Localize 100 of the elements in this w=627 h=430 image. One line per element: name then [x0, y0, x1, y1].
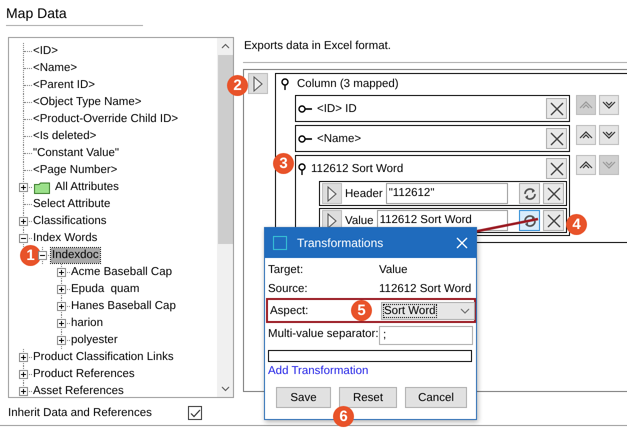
- field-label: Source:: [268, 282, 308, 294]
- tree-item[interactable]: Asset References: [32, 384, 125, 397]
- chevron-down-icon: [602, 100, 616, 110]
- move-up-button[interactable]: [576, 155, 596, 175]
- field-label: Multi-value separator:: [268, 328, 379, 340]
- mapping-label: 112612 Sort Word: [311, 162, 404, 174]
- dialog-button[interactable]: Save: [276, 387, 331, 408]
- step-badge: 2: [227, 75, 248, 96]
- description-text: Exports data in Excel format.: [244, 40, 392, 52]
- page-title: Map Data: [6, 0, 143, 26]
- field-label: Aspect:: [270, 304, 308, 316]
- dialog-button[interactable]: Cancel: [405, 387, 467, 408]
- expand-icon[interactable]: [57, 302, 66, 311]
- chevron-up-icon: [579, 130, 593, 140]
- checkbox-label: Inherit Data and References: [8, 407, 153, 419]
- refresh-icon: [522, 214, 536, 228]
- remove-button[interactable]: [543, 183, 564, 204]
- collapse-icon[interactable]: [19, 234, 28, 243]
- aspect-dropdown[interactable]: Sort Word: [381, 302, 475, 320]
- transform-button[interactable]: [519, 183, 540, 204]
- pin-icon: [298, 162, 306, 174]
- close-icon: [546, 186, 560, 200]
- expand-icon[interactable]: [19, 387, 28, 396]
- tree-item[interactable]: <Name>: [32, 61, 78, 76]
- tree-item[interactable]: Index Words: [32, 231, 98, 246]
- key-icon: [298, 104, 312, 112]
- collapse-icon[interactable]: [38, 251, 47, 260]
- tree-item[interactable]: <Product-Override Child ID>: [32, 112, 180, 127]
- field-value: Value: [379, 264, 409, 276]
- tree-item[interactable]: Epuda quam: [70, 282, 140, 297]
- remove-button[interactable]: [546, 128, 567, 149]
- play-icon: [253, 76, 263, 92]
- move-up-button[interactable]: [576, 125, 596, 145]
- expand-icon[interactable]: [19, 353, 28, 362]
- step-badge: 1: [20, 245, 41, 266]
- move-down-button[interactable]: [599, 125, 619, 145]
- step-badge: 4: [566, 214, 587, 235]
- tree-item[interactable]: "Constant Value": [32, 146, 120, 161]
- input-field[interactable]: "112612": [386, 183, 508, 204]
- input-field[interactable]: ;: [379, 326, 473, 345]
- remove-button[interactable]: [546, 98, 567, 119]
- scroll-up-icon[interactable]: [220, 43, 230, 49]
- field-label: Header: [345, 188, 383, 200]
- tree-item[interactable]: Classifications: [32, 214, 108, 229]
- tree-item[interactable]: Product References: [32, 367, 136, 382]
- expand-icon[interactable]: [19, 217, 28, 226]
- dialog-title: Transformations: [297, 236, 384, 250]
- expand-button[interactable]: [322, 183, 342, 204]
- tree-item[interactable]: Indexdoc: [51, 248, 100, 263]
- play-icon: [327, 186, 337, 202]
- close-icon: [546, 214, 560, 228]
- expand-icon[interactable]: [57, 268, 66, 277]
- chevron-up-icon: [579, 160, 593, 170]
- tree-item[interactable]: All Attributes: [54, 180, 120, 195]
- expand-icon[interactable]: [57, 319, 66, 328]
- field-label: Value: [345, 214, 374, 226]
- close-icon: [550, 162, 564, 176]
- close-button[interactable]: [456, 237, 468, 249]
- refresh-icon: [522, 186, 536, 200]
- field-value: 112612 Sort Word: [379, 282, 472, 294]
- tree-item[interactable]: <Object Type Name>: [32, 95, 142, 110]
- tree-item[interactable]: Acme Baseball Cap: [70, 265, 173, 280]
- tree-item[interactable]: Select Attribute: [32, 197, 112, 212]
- close-icon: [550, 132, 564, 146]
- tree-item[interactable]: <Is deleted>: [32, 129, 98, 144]
- chevron-down-icon: [602, 160, 616, 170]
- expand-button[interactable]: [248, 73, 268, 94]
- mapping-label: <Name>: [317, 132, 362, 144]
- field-label: Target:: [268, 264, 304, 276]
- close-icon: [456, 237, 468, 249]
- step-badge: 3: [273, 153, 294, 174]
- remove-button[interactable]: [543, 210, 564, 231]
- window-icon: [273, 236, 287, 250]
- tree-item[interactable]: harion: [70, 316, 104, 331]
- tree-item[interactable]: <Page Number>: [32, 163, 118, 178]
- add-transformation-link[interactable]: Add Transformation: [268, 365, 368, 377]
- play-icon: [327, 212, 337, 228]
- checkmark-icon: [190, 408, 200, 418]
- expand-icon[interactable]: [57, 336, 66, 345]
- tree-item[interactable]: Product Classification Links: [32, 350, 175, 365]
- tree-item[interactable]: polyester: [70, 333, 119, 348]
- chevron-down-icon: [602, 130, 616, 140]
- dialog-button[interactable]: Reset: [339, 387, 397, 408]
- folder-icon: [34, 182, 50, 194]
- scrollbar[interactable]: [217, 38, 233, 397]
- tree-item[interactable]: Hanes Baseball Cap: [70, 299, 177, 314]
- tree-item[interactable]: <ID>: [32, 44, 59, 59]
- tree-item[interactable]: <Parent ID>: [32, 78, 96, 93]
- move-down-button[interactable]: [599, 95, 619, 115]
- expand-icon[interactable]: [19, 183, 28, 192]
- scroll-down-icon[interactable]: [220, 386, 230, 392]
- expand-icon[interactable]: [57, 285, 66, 294]
- key-icon: [298, 134, 312, 142]
- remove-button[interactable]: [546, 158, 567, 179]
- expand-icon[interactable]: [19, 370, 28, 379]
- mapping-label: <ID> ID: [317, 102, 358, 114]
- chevron-up-icon: [579, 100, 593, 110]
- checkbox[interactable]: [188, 406, 202, 420]
- pin-icon: [281, 78, 289, 90]
- transform-button[interactable]: [519, 210, 540, 231]
